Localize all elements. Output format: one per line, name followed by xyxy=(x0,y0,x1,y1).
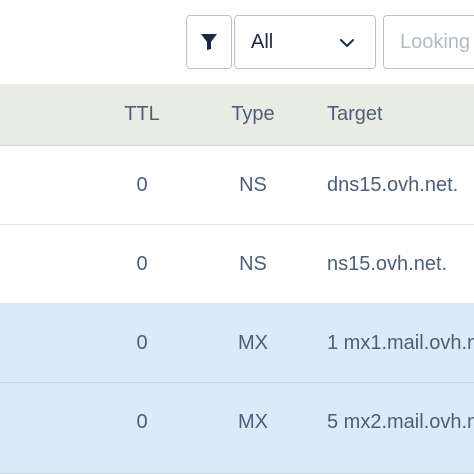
table-row[interactable]: 0 NS dns15.ovh.net. xyxy=(0,146,474,225)
column-header-target[interactable]: Target xyxy=(327,84,474,145)
cell-type: NS xyxy=(239,173,267,196)
chevron-down-icon xyxy=(340,39,354,47)
cell-type: MX xyxy=(238,331,268,354)
table-row[interactable]: 0 MX 5 mx2.mail.ovh.net. xyxy=(0,383,474,474)
cell-ttl: 0 xyxy=(136,252,148,275)
type-filter-select[interactable]: All xyxy=(234,15,376,69)
table-row[interactable]: 0 MX 1 mx1.mail.ovh.net. xyxy=(0,304,474,383)
table-toolbar: All xyxy=(0,0,474,84)
column-header-ttl[interactable]: TTL xyxy=(100,84,184,145)
search-input[interactable] xyxy=(383,15,474,69)
cell-ttl: 0 xyxy=(136,411,148,433)
column-header-type[interactable]: Type xyxy=(208,84,298,145)
cell-target: 1 mx1.mail.ovh.net. xyxy=(327,331,474,354)
cell-target: dns15.ovh.net. xyxy=(327,173,459,196)
table-row[interactable]: 0 NS ns15.ovh.net. xyxy=(0,225,474,304)
dns-zone-page: All TTL Type Target 0 NS dns15.ovh.net. … xyxy=(0,0,474,474)
cell-target: 5 mx2.mail.ovh.net. xyxy=(327,411,474,433)
cell-type: MX xyxy=(238,411,268,433)
table-header: TTL Type Target xyxy=(0,84,474,146)
filter-button[interactable] xyxy=(186,15,232,69)
cell-type: NS xyxy=(239,252,267,275)
cell-ttl: 0 xyxy=(136,173,148,196)
cell-target: ns15.ovh.net. xyxy=(327,252,448,275)
filter-icon xyxy=(201,34,217,50)
cell-ttl: 0 xyxy=(136,331,148,354)
type-filter-value: All xyxy=(251,30,274,53)
